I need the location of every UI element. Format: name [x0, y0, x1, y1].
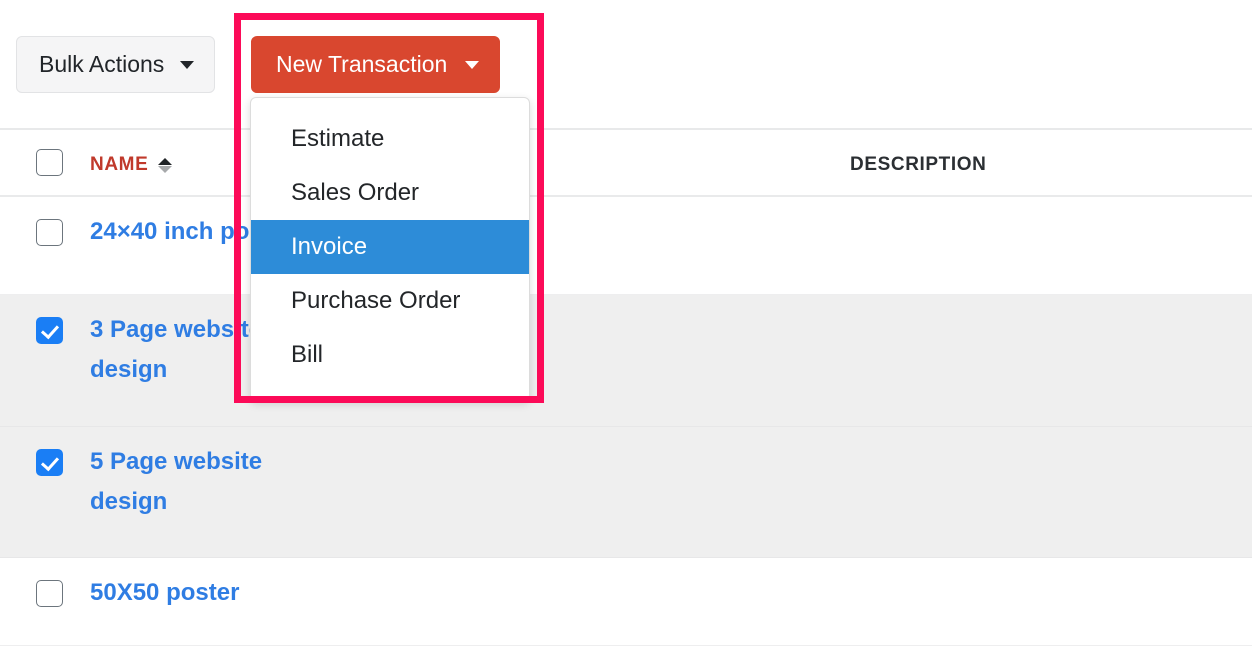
bulk-actions-button[interactable]: Bulk Actions	[16, 36, 216, 93]
column-header-name-label: NAME	[90, 154, 149, 175]
menu-item-label: Estimate	[291, 125, 385, 152]
table-row[interactable]: 5 Page website design	[0, 427, 1252, 558]
row-checkbox[interactable]	[36, 317, 63, 344]
row-checkbox[interactable]	[36, 449, 63, 476]
row-checkbox-cell	[36, 317, 63, 344]
menu-item-label: Bill	[291, 341, 324, 368]
new-transaction-label: New Transaction	[276, 51, 448, 77]
row-name-link[interactable]: 50X50 poster	[90, 573, 350, 613]
bulk-actions-label: Bulk Actions	[39, 51, 165, 77]
table-row[interactable]: 3 Page website design	[0, 295, 1252, 427]
menu-item-invoice[interactable]: Invoice	[251, 220, 529, 274]
column-header-description-cell: DESCRIPTION	[850, 154, 986, 176]
transactions-table: NAME DESCRIPTION 24×40 inch poster 3 Pag…	[0, 128, 1252, 646]
row-checkbox[interactable]	[36, 219, 63, 246]
menu-item-label: Purchase Order	[291, 287, 461, 314]
select-all-checkbox-cell	[36, 149, 63, 176]
column-header-description[interactable]: DESCRIPTION	[850, 154, 986, 175]
chevron-down-icon	[180, 60, 195, 69]
menu-item-label: Invoice	[291, 233, 368, 260]
chevron-down-icon	[465, 60, 480, 69]
menu-item-sales-order[interactable]: Sales Order	[251, 166, 529, 220]
row-checkbox-cell	[36, 219, 63, 246]
menu-item-label: Sales Order	[291, 179, 420, 206]
menu-item-bill[interactable]: Bill	[251, 328, 529, 382]
select-all-checkbox[interactable]	[36, 149, 63, 176]
new-transaction-dropdown-menu: Estimate Sales Order Invoice Purchase Or…	[250, 97, 530, 401]
menu-item-purchase-order[interactable]: Purchase Order	[251, 274, 529, 328]
menu-item-estimate[interactable]: Estimate	[251, 112, 529, 166]
table-header-row: NAME DESCRIPTION	[0, 128, 1252, 197]
sort-icon	[158, 158, 173, 173]
toolbar: Bulk Actions New Transaction	[0, 0, 1252, 128]
column-header-name[interactable]: NAME	[90, 154, 173, 176]
row-checkbox[interactable]	[36, 580, 63, 607]
row-name-cell: 50X50 poster	[90, 573, 350, 613]
row-checkbox-cell	[36, 580, 63, 607]
new-transaction-button[interactable]: New Transaction	[251, 36, 501, 93]
row-name-link[interactable]: 5 Page website design	[90, 442, 295, 522]
table-row[interactable]: 24×40 inch poster	[0, 197, 1252, 295]
row-name-cell: 5 Page website design	[90, 442, 295, 522]
table-row[interactable]: 50X50 poster	[0, 558, 1252, 646]
row-checkbox-cell	[36, 449, 63, 476]
